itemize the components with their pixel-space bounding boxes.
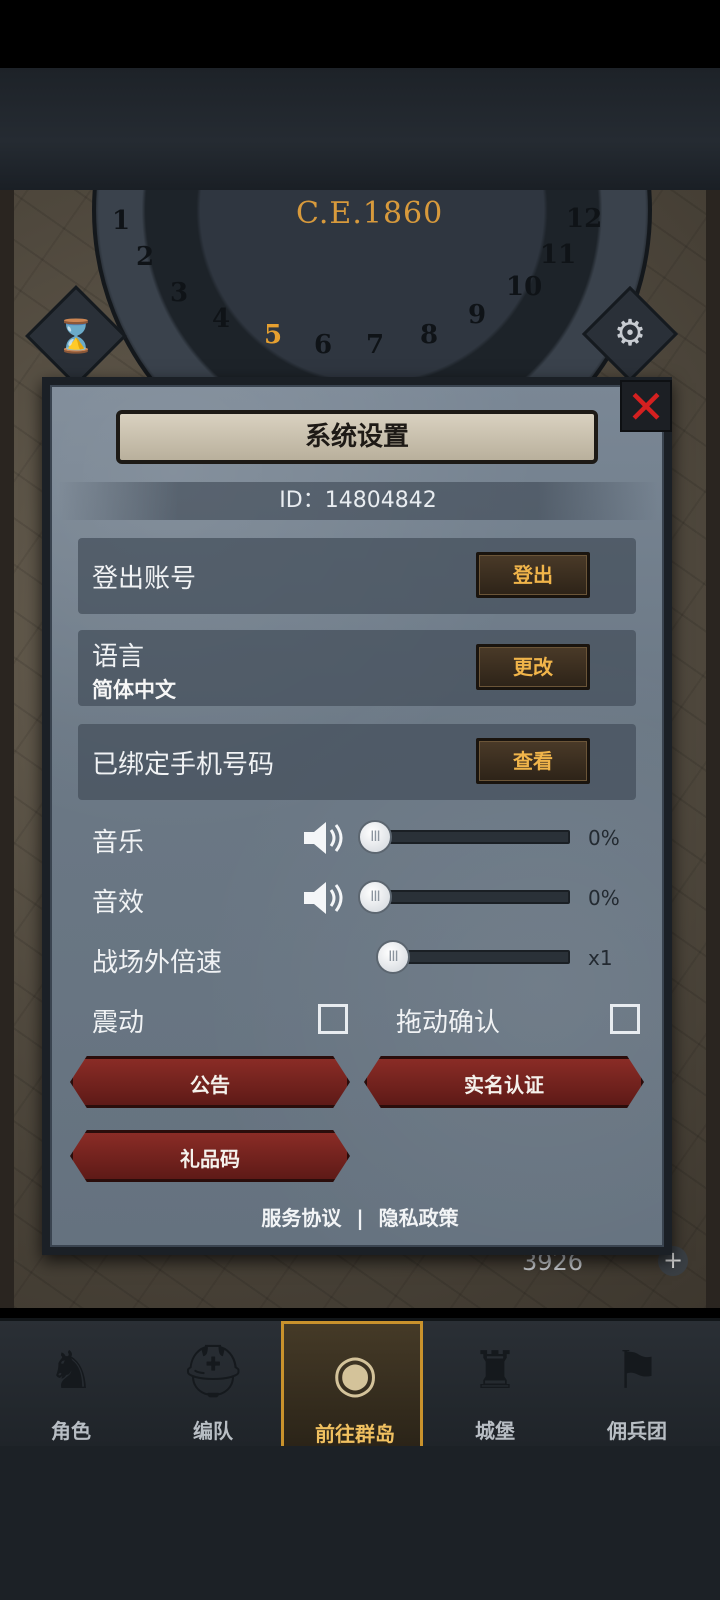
dial-number-active[interactable]: 5 xyxy=(264,320,282,350)
helmet-icon: ⛑ xyxy=(179,1342,246,1402)
nav-label: 城堡 xyxy=(475,1419,515,1443)
dial-number: 2 xyxy=(136,242,155,272)
change-language-button[interactable]: 更改 xyxy=(476,644,590,690)
music-slider-track[interactable] xyxy=(372,830,570,844)
map-edge-right xyxy=(706,190,720,1308)
sound-slider-knob[interactable]: III xyxy=(358,880,392,914)
nav-item-character[interactable]: ♞ 角色 xyxy=(0,1321,142,1449)
dial-number: 9 xyxy=(468,300,487,330)
music-slider-knob[interactable]: III xyxy=(358,820,392,854)
close-button[interactable]: ✕ xyxy=(620,380,672,432)
nav-label: 前往群岛 xyxy=(315,1422,395,1446)
phone-row: 已绑定手机号码 查看 xyxy=(78,724,636,800)
dial-number: 11 xyxy=(540,240,577,270)
speaker-icon[interactable] xyxy=(302,818,346,858)
player-id: ID：14804842 xyxy=(58,482,658,520)
sound-value: 0% xyxy=(588,886,620,910)
gift-code-button[interactable]: 礼品码 xyxy=(70,1130,350,1182)
speed-value: x1 xyxy=(588,946,613,970)
language-label: 语言 xyxy=(92,642,145,672)
sound-label: 音效 xyxy=(92,888,145,918)
nav-label: 编队 xyxy=(193,1419,233,1443)
dial-number: 7 xyxy=(366,330,385,360)
drag-confirm-label: 拖动确认 xyxy=(396,1008,501,1038)
top-band xyxy=(0,68,720,190)
speed-slider-knob[interactable]: III xyxy=(376,940,410,974)
language-row: 语言 简体中文 更改 xyxy=(78,630,636,706)
banner-icon: ⚑ xyxy=(613,1341,661,1401)
status-bar-area xyxy=(0,0,720,68)
vibration-checkbox[interactable] xyxy=(318,1004,348,1034)
nav-item-castle[interactable]: ♜ 城堡 xyxy=(424,1321,566,1449)
nav-label: 角色 xyxy=(51,1419,91,1443)
speed-label: 战场外倍速 xyxy=(92,948,223,978)
language-value: 简体中文 xyxy=(92,678,176,702)
account-label: 登出账号 xyxy=(92,564,197,594)
view-phone-button[interactable]: 查看 xyxy=(476,738,590,784)
sound-slider-track[interactable] xyxy=(372,890,570,904)
map-edge-left xyxy=(0,190,14,1308)
nav-item-formation[interactable]: ⛑ 编队 xyxy=(142,1321,284,1449)
hourglass-icon: ⌛ xyxy=(56,317,96,355)
nav-label: 佣兵团 xyxy=(607,1419,667,1443)
dialog-title: 系统设置 xyxy=(116,410,598,464)
vibration-label: 震动 xyxy=(92,1008,145,1038)
terms-link[interactable]: 服务协议 xyxy=(261,1202,341,1231)
music-value: 0% xyxy=(588,826,620,850)
dial-number: 8 xyxy=(420,320,439,350)
drag-confirm-checkbox[interactable] xyxy=(610,1004,640,1034)
dial-year: C.E.1860 xyxy=(296,196,444,231)
dial-number: 12 xyxy=(566,204,603,234)
phone-label: 已绑定手机号码 xyxy=(92,750,275,780)
bottom-nav: ♞ 角色 ⛑ 编队 ◉ 前往群岛 ♜ 城堡 ⚑ 佣兵团 xyxy=(0,1318,720,1449)
footer-links: 服务协议 | 隐私政策 xyxy=(0,1202,720,1231)
gear-icon: ⚙ xyxy=(613,313,647,354)
dial-number: 1 xyxy=(112,206,131,236)
privacy-link[interactable]: 隐私政策 xyxy=(379,1202,459,1231)
dial-number: 6 xyxy=(314,330,333,360)
nav-item-islands[interactable]: ◉ 前往群岛 xyxy=(281,1321,423,1449)
dial-number: 10 xyxy=(506,272,543,302)
dial-number: 3 xyxy=(170,278,189,308)
knight-icon: ♞ xyxy=(47,1341,95,1401)
nav-item-mercenary[interactable]: ⚑ 佣兵团 xyxy=(566,1321,708,1449)
castle-icon: ♜ xyxy=(471,1341,519,1401)
dial-number: 4 xyxy=(212,304,231,334)
account-row: 登出账号 登出 xyxy=(78,538,636,614)
footer-separator: | xyxy=(356,1206,364,1230)
announcement-button[interactable]: 公告 xyxy=(70,1056,350,1108)
real-name-auth-button[interactable]: 实名认证 xyxy=(364,1056,644,1108)
speaker-icon[interactable] xyxy=(302,878,346,918)
music-label: 音乐 xyxy=(92,828,145,858)
bottom-band xyxy=(0,1446,720,1600)
logout-button[interactable]: 登出 xyxy=(476,552,590,598)
globe-icon: ◉ xyxy=(332,1344,378,1404)
